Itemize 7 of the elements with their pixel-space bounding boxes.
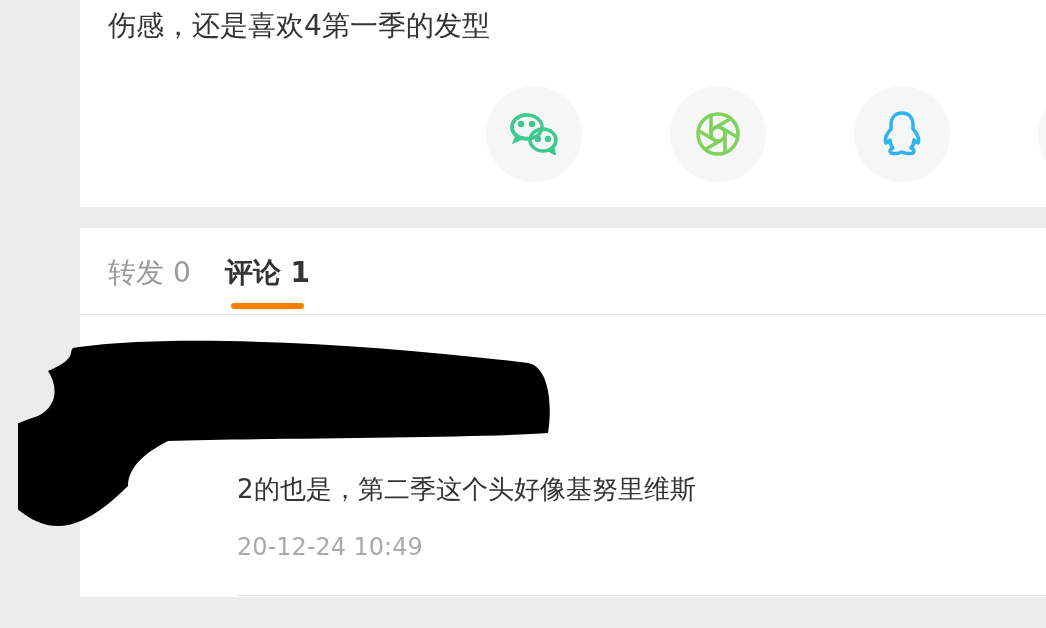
- post-text: 伤感，还是喜欢4第一季的发型: [108, 8, 490, 44]
- aperture-icon: [695, 111, 741, 157]
- comment-text: 2的也是，第二季这个头好像基努里维斯: [237, 473, 696, 506]
- comment-time: 20-12-24 10:49: [237, 533, 423, 561]
- chat-bubbles-icon: [509, 113, 559, 155]
- penguin-icon: [882, 111, 922, 157]
- tab[interactable]: 评论 1: [224, 228, 310, 315]
